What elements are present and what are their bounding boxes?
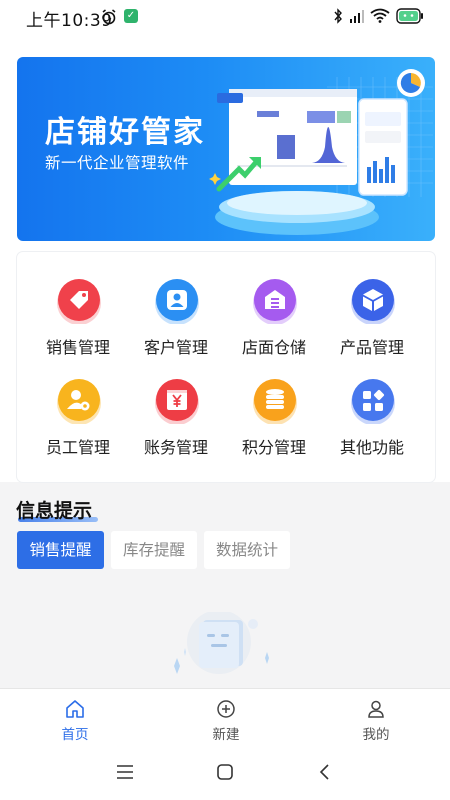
- empty-state-icon: [174, 612, 269, 674]
- tab-sales-reminder[interactable]: 销售提醒: [17, 531, 104, 569]
- tab-inventory-reminder[interactable]: 库存提醒: [111, 531, 197, 569]
- bottom-navigation: 首页 新建 我的: [0, 688, 450, 751]
- dashboard-illustration: [209, 69, 433, 235]
- feature-sales[interactable]: 销售管理: [29, 252, 127, 357]
- status-bar: 上午10:39 ✓: [0, 0, 450, 34]
- nav-label: 新建: [212, 727, 240, 743]
- price-tag-icon: [56, 278, 102, 324]
- bluetooth-icon: [334, 8, 342, 24]
- nav-label: 首页: [61, 727, 89, 743]
- staff-settings-icon: [56, 378, 102, 424]
- home-icon: [66, 700, 84, 718]
- home-square-icon[interactable]: [216, 764, 234, 780]
- feature-staff[interactable]: 员工管理: [29, 352, 127, 457]
- tab-data-statistics[interactable]: 数据统计: [204, 531, 290, 569]
- feature-accounting[interactable]: 账务管理: [127, 352, 225, 457]
- feature-other[interactable]: 其他功能: [323, 352, 421, 457]
- ledger-yen-icon: [154, 378, 200, 424]
- nav-new[interactable]: 新建: [186, 689, 266, 751]
- feature-label: 积分管理: [241, 438, 306, 457]
- menu-icon[interactable]: [116, 764, 134, 780]
- promo-banner[interactable]: 店铺好管家 新一代企业管理软件: [17, 57, 435, 241]
- feature-label: 员工管理: [45, 438, 110, 457]
- info-section-title: 信息提示: [16, 500, 93, 522]
- add-circle-icon: [217, 700, 235, 718]
- feature-products[interactable]: 产品管理: [323, 252, 421, 357]
- app-notification-icon: ✓: [124, 9, 138, 23]
- user-icon: [368, 700, 384, 718]
- cube-icon: [350, 278, 396, 324]
- banner-title: 店铺好管家: [45, 115, 205, 150]
- apps-grid-icon: [350, 378, 396, 424]
- wifi-icon: [370, 8, 390, 23]
- system-navigation-bar: [0, 750, 450, 800]
- nav-home[interactable]: 首页: [35, 689, 115, 751]
- signal-icon: [350, 10, 364, 23]
- banner-subtitle: 新一代企业管理软件: [45, 154, 190, 172]
- feature-warehouse[interactable]: 店面仓储: [225, 252, 323, 357]
- back-icon[interactable]: [318, 764, 332, 780]
- alarm-icon: [102, 9, 116, 25]
- person-icon: [154, 278, 200, 324]
- feature-points[interactable]: 积分管理: [225, 352, 323, 457]
- status-time: 上午10:39: [26, 11, 113, 31]
- nav-mine[interactable]: 我的: [336, 689, 416, 751]
- nav-label: 我的: [362, 727, 390, 743]
- features-card: 销售管理 客户管理 店面仓储 产品管理 员工管理 账务管理 积分管理 其他功能: [17, 252, 435, 482]
- feature-label: 其他功能: [339, 438, 404, 457]
- coins-stack-icon: [252, 378, 298, 424]
- battery-icon: [396, 8, 423, 24]
- feature-customers[interactable]: 客户管理: [127, 252, 225, 357]
- feature-label: 账务管理: [143, 438, 208, 457]
- warehouse-icon: [252, 278, 298, 324]
